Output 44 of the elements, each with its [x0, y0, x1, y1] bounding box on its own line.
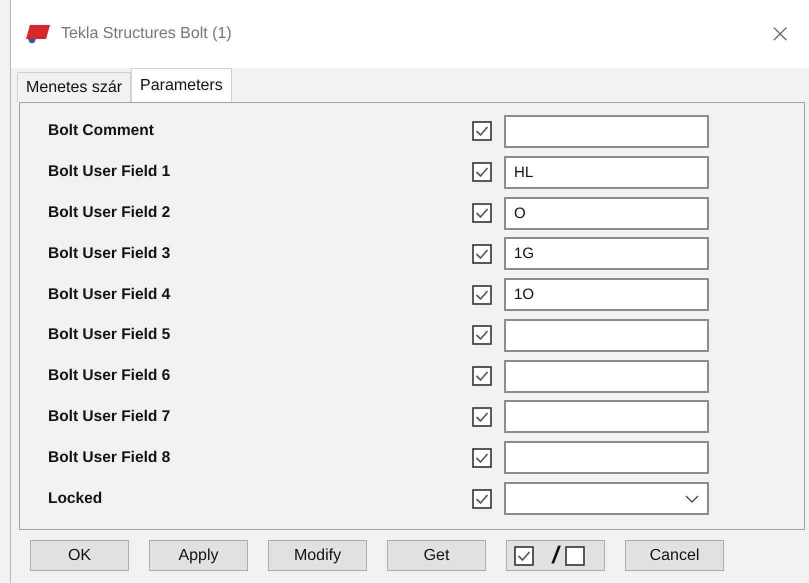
dialog-button[interactable]: Apply [149, 540, 248, 571]
checked-box-icon[interactable] [514, 546, 534, 566]
field-label: Bolt User Field 7 [48, 408, 172, 426]
checkbox[interactable] [472, 325, 492, 346]
field-label: Bolt User Field 5 [48, 326, 172, 344]
checkbox[interactable] [472, 284, 492, 305]
input-field[interactable] [504, 318, 709, 352]
input-field[interactable]: 1O [504, 278, 709, 312]
checkbox[interactable] [472, 406, 492, 427]
dialog-button[interactable]: Modify [268, 540, 367, 571]
checkbox[interactable] [472, 162, 492, 182]
field-label: Bolt User Field 6 [48, 367, 172, 386]
checkbox[interactable] [472, 202, 492, 223]
input-field[interactable] [504, 360, 709, 393]
checkbox[interactable] [472, 366, 492, 386]
field-label: Bolt User Field 3 [48, 244, 172, 263]
dialog-button[interactable]: OK [30, 540, 129, 571]
chevron-down-icon [685, 494, 699, 503]
checkbox[interactable] [472, 488, 492, 509]
dialog-button[interactable]: Get [387, 540, 486, 571]
checkbox[interactable] [472, 121, 492, 142]
field-label: Bolt Comment [48, 122, 155, 140]
unchecked-box-icon[interactable] [564, 546, 585, 566]
field-label: Bolt User Field 4 [48, 286, 172, 304]
field-label: Locked [48, 490, 104, 508]
input-field[interactable]: HL [504, 156, 709, 189]
checkbox[interactable] [472, 244, 492, 264]
close-button[interactable]: × [765, 19, 795, 49]
toggle-all-button[interactable]: / [506, 540, 605, 571]
field-label: Bolt User Field 1 [48, 163, 172, 182]
input-field[interactable] [504, 441, 709, 474]
input-field[interactable]: O [504, 196, 709, 230]
field-label: Bolt User Field 8 [48, 448, 172, 467]
checkbox[interactable] [472, 448, 492, 468]
input-field[interactable] [504, 400, 709, 434]
input-field[interactable]: 1G [504, 237, 709, 270]
field-label: Bolt User Field 2 [48, 204, 172, 222]
tab[interactable]: Menetes szár [17, 72, 132, 102]
window-title: Tekla Structures Bolt (1) [61, 25, 233, 43]
dropdown[interactable] [504, 482, 709, 516]
app-logo-icon [25, 23, 51, 45]
input-field[interactable] [504, 114, 709, 148]
dialog-button[interactable]: Cancel [625, 540, 724, 571]
tab[interactable]: Parameters [131, 68, 232, 102]
